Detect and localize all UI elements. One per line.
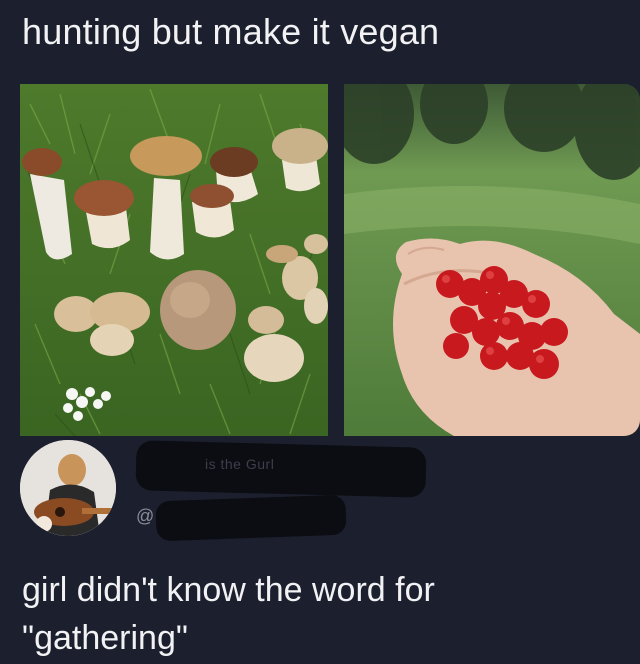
- bottom-caption-line-2: "gathering": [22, 619, 188, 657]
- meme-top-caption: hunting but make it vegan: [22, 11, 440, 52]
- tweet-header: is the Gurl @: [20, 440, 620, 542]
- display-name[interactable]: is the Gurl: [205, 456, 274, 472]
- bottom-caption-line-1: girl didn't know the word for: [22, 571, 435, 609]
- tweet-image-grid: [20, 84, 640, 436]
- handle-at-symbol: @: [136, 506, 155, 526]
- meme-bottom-caption: girl didn't know the word for "gathering…: [22, 566, 622, 662]
- redacted-display-name: [135, 440, 427, 498]
- avatar[interactable]: [20, 440, 116, 536]
- mushroom-photo[interactable]: [20, 84, 328, 436]
- berries-photo[interactable]: [344, 84, 640, 436]
- redacted-handle: [155, 494, 347, 542]
